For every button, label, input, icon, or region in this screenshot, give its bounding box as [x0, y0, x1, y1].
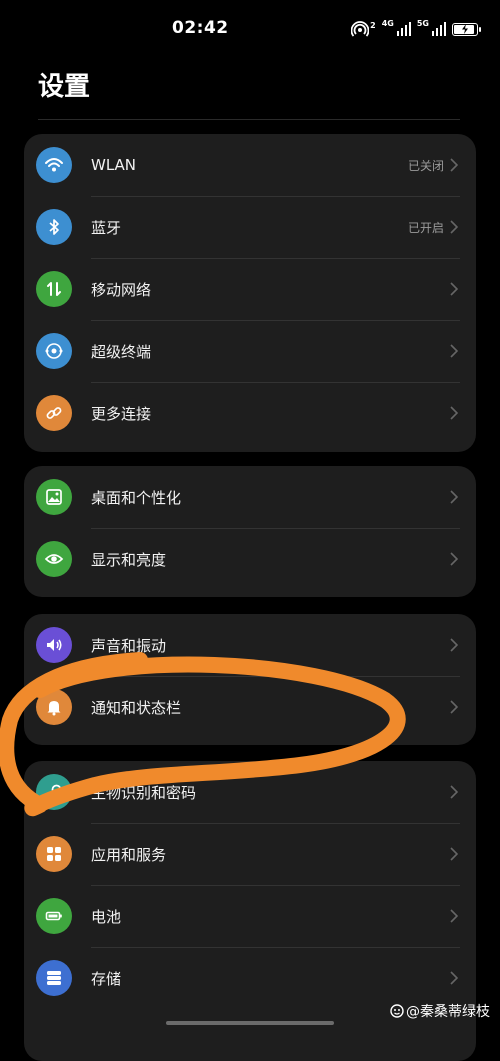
network-4g-label: 4G: [381, 19, 394, 28]
chevron-right-icon: [450, 909, 459, 923]
settings-item-mobile-network[interactable]: 移动网络: [24, 258, 476, 320]
settings-item-storage[interactable]: 存储: [24, 947, 476, 1009]
section-sound-notifications: 声音和振动 通知和状态栏: [24, 614, 476, 745]
battery-status-icon: [452, 22, 481, 36]
settings-item-label: 桌面和个性化: [91, 488, 182, 507]
settings-item-super-device[interactable]: 超级终端: [24, 320, 476, 382]
settings-item-more-connections[interactable]: 更多连接: [24, 382, 476, 444]
settings-item-apps[interactable]: 应用和服务: [24, 823, 476, 885]
mobile-data-icon: [36, 271, 72, 307]
settings-item-home-screen[interactable]: 桌面和个性化: [24, 466, 476, 528]
chevron-right-icon: [450, 282, 459, 296]
settings-item-sound[interactable]: 声音和振动: [24, 614, 476, 676]
settings-item-value: 已关闭: [407, 158, 444, 173]
bell-icon: [36, 689, 72, 725]
chevron-right-icon: [450, 158, 459, 172]
signal-5g-icon: 5G: [416, 19, 446, 36]
status-time: 02:42: [172, 18, 229, 38]
hotspot-count: 2: [370, 21, 376, 30]
settings-item-value: 已开启: [407, 220, 444, 235]
chevron-right-icon: [450, 785, 459, 799]
chevron-right-icon: [450, 552, 459, 566]
status-bar: 02:42 2 4G 5G: [0, 0, 500, 58]
settings-item-label: 显示和亮度: [91, 550, 167, 569]
settings-item-label: 更多连接: [91, 404, 152, 423]
home-indicator[interactable]: [166, 1021, 334, 1025]
settings-item-wlan[interactable]: WLAN 已关闭: [24, 134, 476, 196]
eye-icon: [36, 541, 72, 577]
signal-4g-icon: 4G: [381, 19, 411, 36]
chevron-right-icon: [450, 700, 459, 714]
wifi-icon: [36, 147, 72, 183]
page-title: 设置: [38, 72, 91, 102]
chevron-right-icon: [450, 490, 459, 504]
watermark-text: @秦桑蒂绿枝: [406, 1004, 490, 1020]
settings-item-label: WLAN: [91, 156, 137, 174]
key-icon: [36, 774, 72, 810]
battery-icon: [36, 898, 72, 934]
paw-logo-icon: [390, 1004, 404, 1018]
link-icon: [36, 395, 72, 431]
speaker-icon: [36, 627, 72, 663]
chevron-right-icon: [450, 847, 459, 861]
settings-item-bluetooth[interactable]: 蓝牙 已开启: [24, 196, 476, 258]
settings-item-label: 声音和振动: [91, 636, 167, 655]
chevron-right-icon: [450, 638, 459, 652]
settings-item-label: 生物识别和密码: [91, 783, 197, 802]
chevron-right-icon: [450, 971, 459, 985]
watermark: @秦桑蒂绿枝: [390, 1001, 490, 1021]
chevron-right-icon: [450, 344, 459, 358]
settings-item-label: 通知和状态栏: [91, 698, 182, 717]
settings-item-label: 电池: [91, 907, 122, 926]
section-connectivity: WLAN 已关闭 蓝牙 已开启 移动网络 超级终端 更多连接: [24, 134, 476, 452]
settings-item-label: 蓝牙: [91, 218, 122, 237]
settings-item-display[interactable]: 显示和亮度: [24, 528, 476, 590]
hotspot-icon: 2: [351, 21, 376, 37]
settings-item-notifications[interactable]: 通知和状态栏: [24, 676, 476, 738]
settings-item-label: 存储: [91, 969, 122, 988]
section-display: 桌面和个性化 显示和亮度: [24, 466, 476, 597]
settings-item-label: 超级终端: [91, 342, 152, 361]
title-divider: [38, 119, 460, 120]
super-device-icon: [36, 333, 72, 369]
chevron-right-icon: [450, 220, 459, 234]
wallpaper-icon: [36, 479, 72, 515]
settings-item-label: 移动网络: [91, 280, 152, 299]
status-icons: 2 4G 5G: [351, 19, 481, 39]
settings-item-biometrics[interactable]: 生物识别和密码: [24, 761, 476, 823]
settings-item-battery[interactable]: 电池: [24, 885, 476, 947]
settings-item-label: 应用和服务: [91, 845, 167, 864]
network-5g-label: 5G: [416, 19, 429, 28]
storage-icon: [36, 960, 72, 996]
chevron-right-icon: [450, 406, 459, 420]
bluetooth-icon: [36, 209, 72, 245]
apps-icon: [36, 836, 72, 872]
